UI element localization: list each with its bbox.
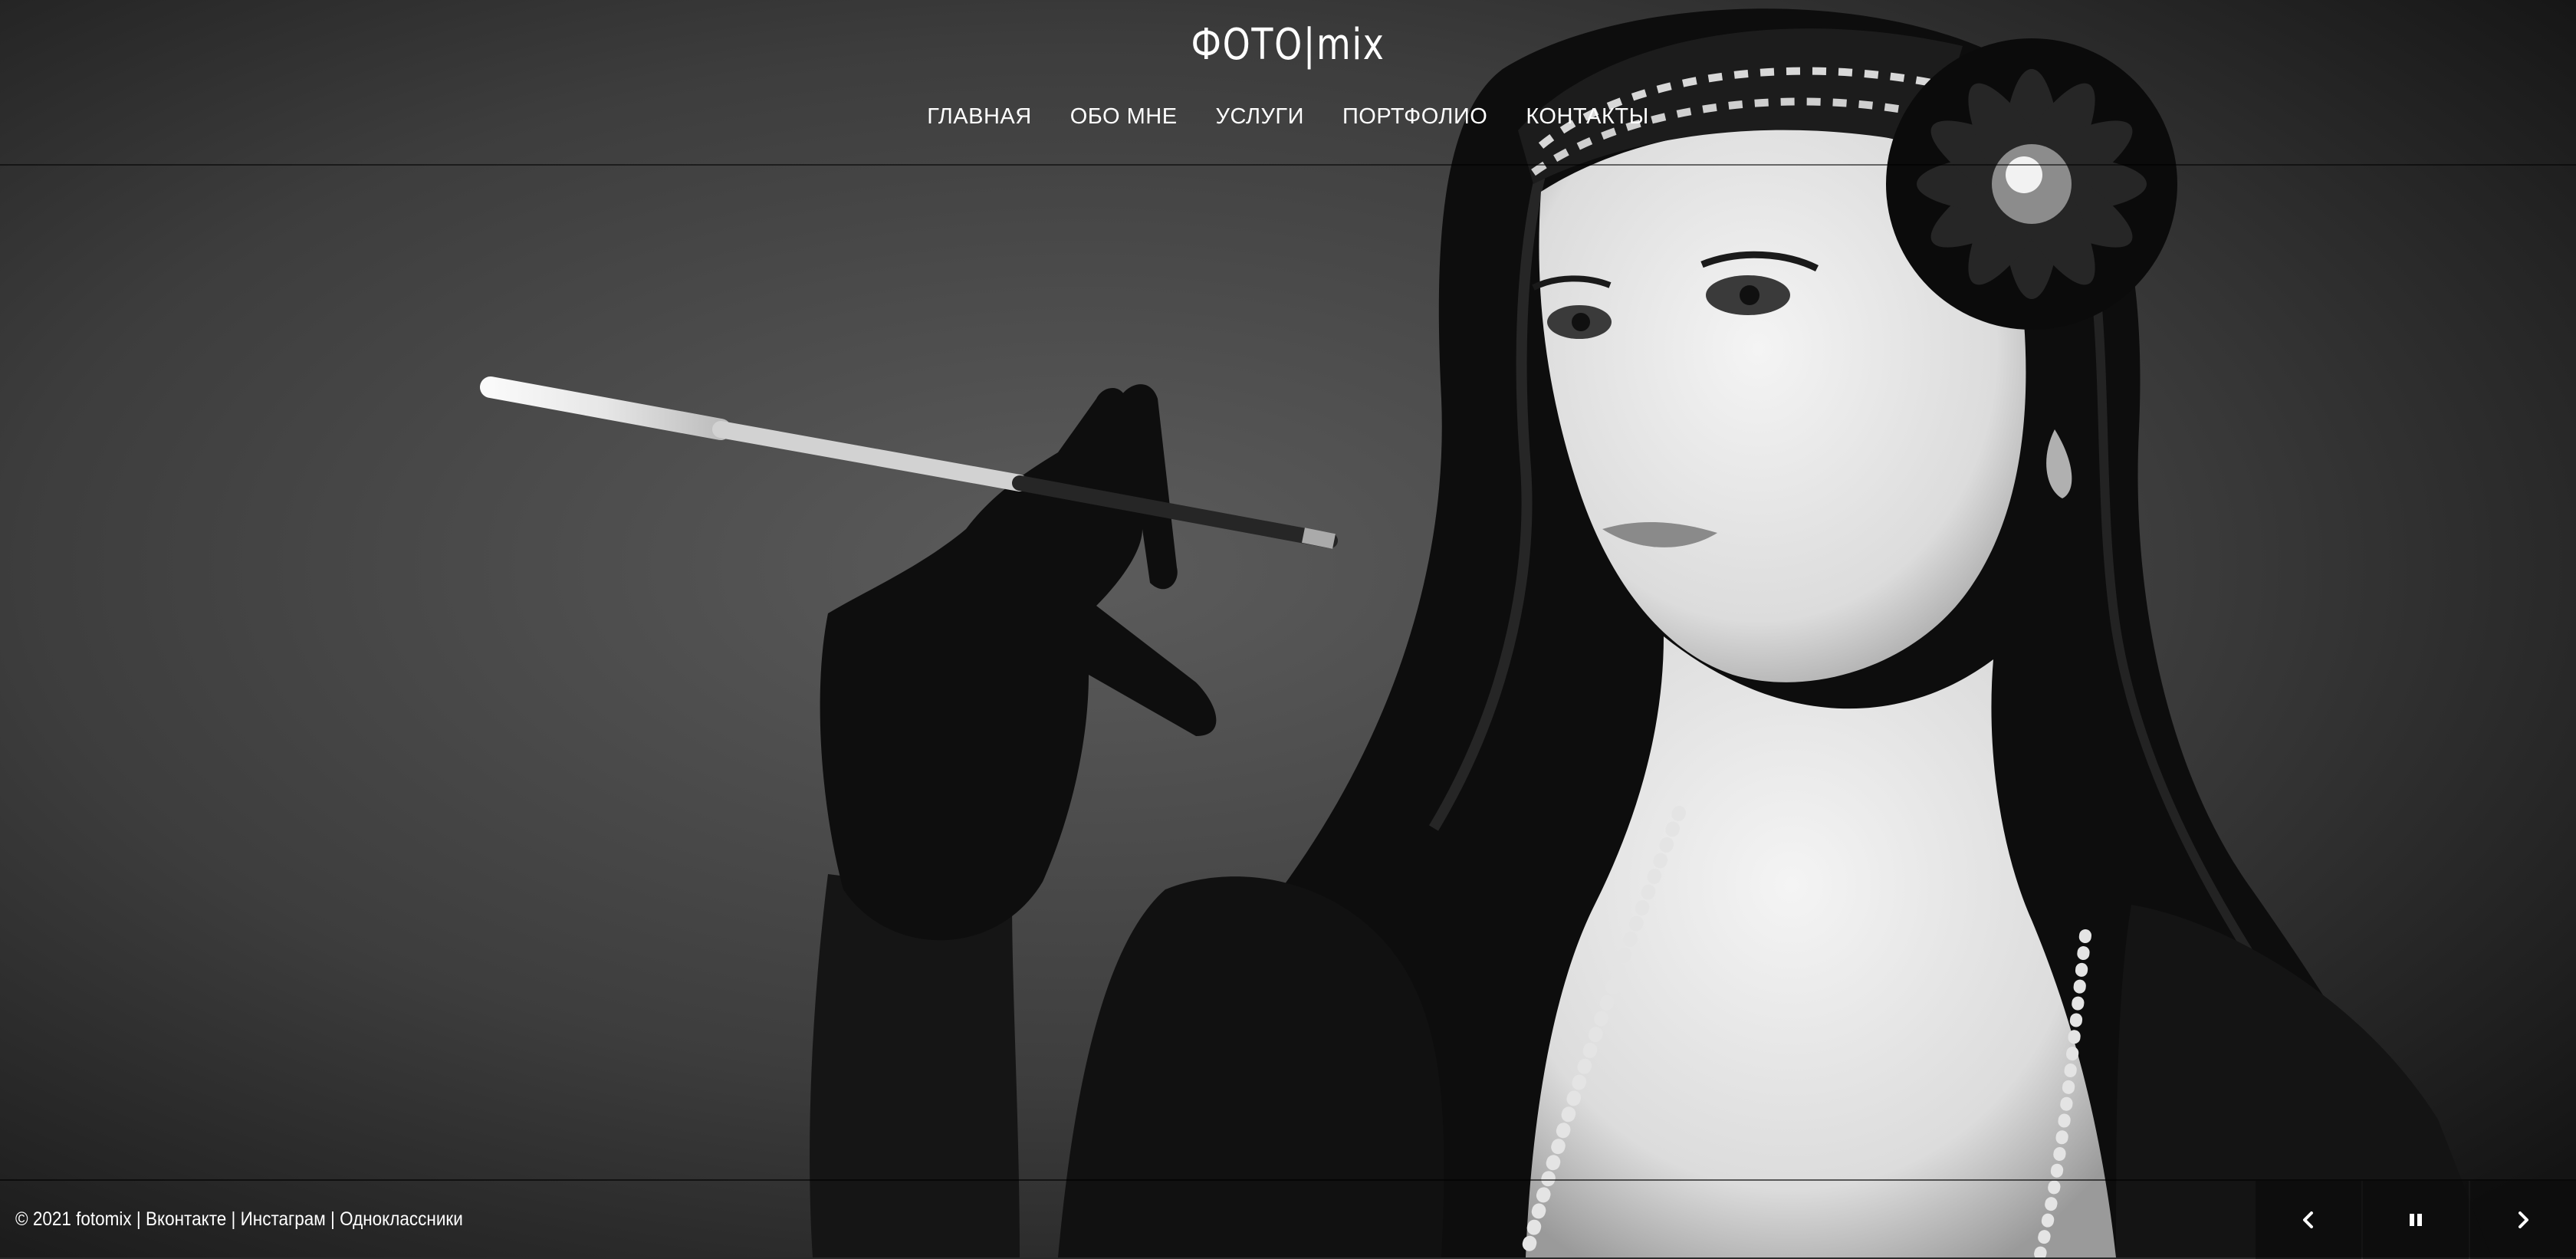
site-footer: © 2021 fotomix | Вконтакте | Инстаграм |…: [0, 1179, 2576, 1259]
footer-link-instagram[interactable]: Инстаграм: [241, 1208, 326, 1230]
footer-separator: |: [131, 1208, 146, 1230]
site-logo[interactable]: ФОТО|mix: [232, 20, 2344, 70]
chevron-left-icon: [2303, 1211, 2313, 1228]
footer-link-odnoklassniki[interactable]: Одноклассники: [340, 1208, 463, 1230]
nav-item-contacts[interactable]: КОНТАКТЫ: [1526, 104, 1648, 130]
hero-slide-image: [0, 0, 2576, 1257]
nav-item-home[interactable]: ГЛАВНАЯ: [927, 104, 1032, 130]
chevron-right-icon: [2518, 1211, 2528, 1228]
footer-separator: |: [226, 1208, 241, 1230]
slider-prev-button[interactable]: [2256, 1181, 2361, 1259]
footer-links: © 2021 fotomix | Вконтакте | Инстаграм |…: [15, 1208, 463, 1231]
main-nav: ГЛАВНАЯ ОБО МНЕ УСЛУГИ ПОРТФОЛИО КОНТАКТ…: [0, 104, 2576, 130]
slider-controls: [2254, 1181, 2576, 1259]
copyright-text: © 2021 fotomix: [15, 1208, 132, 1230]
nav-item-portfolio[interactable]: ПОРТФОЛИО: [1342, 104, 1487, 130]
pause-icon: [2410, 1214, 2422, 1226]
footer-separator: |: [325, 1208, 340, 1230]
nav-item-about[interactable]: ОБО МНЕ: [1070, 104, 1178, 130]
footer-link-vkontakte[interactable]: Вконтакте: [146, 1208, 226, 1230]
slider-pause-button[interactable]: [2363, 1181, 2469, 1259]
nav-item-services[interactable]: УСЛУГИ: [1216, 104, 1304, 130]
slider-next-button[interactable]: [2470, 1181, 2576, 1259]
portrait-photo: [0, 0, 2576, 1257]
site-header: ФОТО|mix ГЛАВНАЯ ОБО МНЕ УСЛУГИ ПОРТФОЛИ…: [0, 0, 2576, 166]
